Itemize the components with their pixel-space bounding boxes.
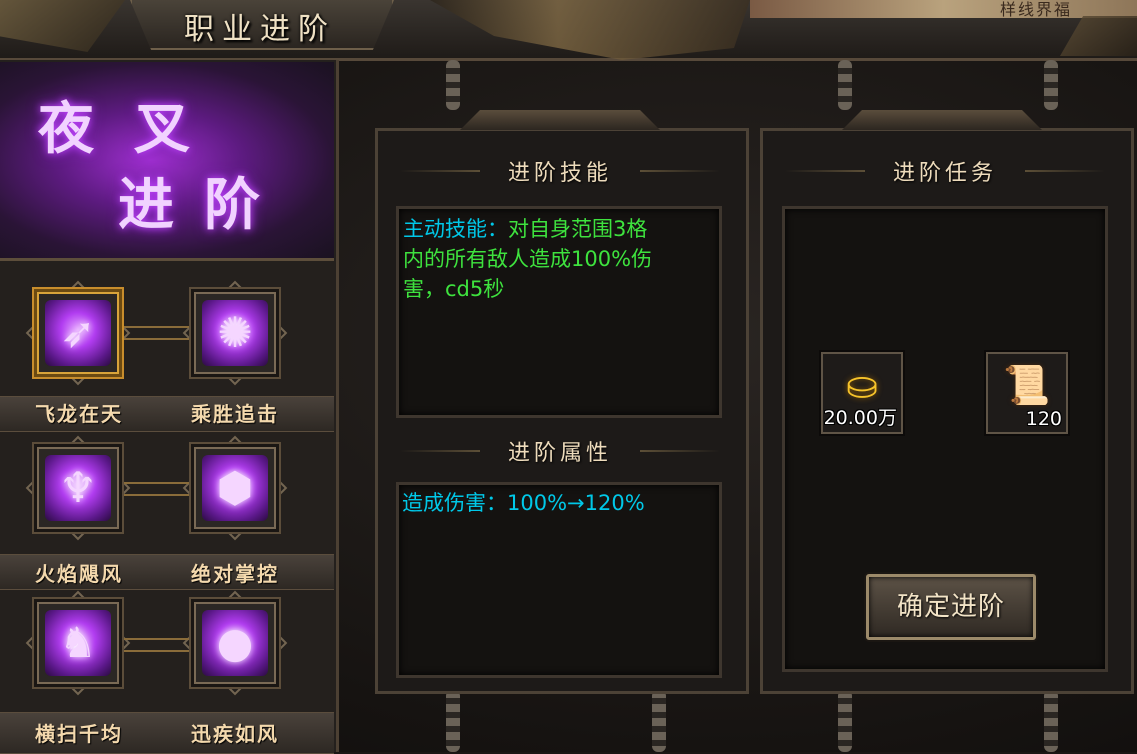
chain-decoration	[838, 690, 852, 752]
chain-decoration	[652, 690, 666, 752]
task-section-title: 进阶任务	[865, 155, 1025, 187]
skill-desc-line3: 害，cd5秒	[403, 277, 505, 301]
skill-label-hengsao: 横扫千均	[35, 722, 123, 746]
purple-emblem-icon: ⬢	[202, 455, 268, 521]
purple-orb-icon: ●	[202, 610, 268, 676]
skill-slot-xunji[interactable]: ●	[194, 602, 276, 684]
window-title: 职业进阶	[184, 12, 336, 47]
window-header: 职业进阶 样线界福	[0, 0, 1137, 61]
skill-slot-feilong[interactable]: ➶	[37, 292, 119, 374]
skill-connector	[118, 326, 196, 340]
panel-top-ornament	[842, 110, 1042, 130]
scroll-count: 120	[1025, 408, 1062, 430]
skill-label-huoyan: 火焰飓风	[35, 562, 123, 586]
skill-connector	[118, 638, 196, 652]
top-right-text: 样线界福	[1000, 0, 1073, 19]
attr-description: 造成伤害：100%→120%	[402, 491, 645, 515]
banner-line1: 夜叉	[38, 96, 230, 162]
skill-section-title: 进阶技能	[480, 155, 640, 187]
skill-connector	[118, 482, 196, 496]
skill-slot-huoyan[interactable]: ♆	[37, 447, 119, 529]
gold-amount: 20.00万	[823, 407, 897, 429]
skill-label-jueduizhangkong: 绝对掌控	[191, 562, 279, 586]
scroll-icon: 📜	[1003, 363, 1051, 407]
attr-section-title: 进阶属性	[480, 435, 640, 467]
banner-line2: 进阶	[118, 172, 290, 238]
purple-beast-icon: ♞	[45, 610, 111, 676]
advancement-window: 职业进阶 样线界福 夜叉 进阶 ➶ ✺ 飞龙在天 乘胜追击 ♆ ⬢ 火焰飓风 绝…	[0, 0, 1137, 754]
top-right-scene-strip	[750, 0, 1137, 18]
purple-vortex-icon: ✺	[202, 300, 268, 366]
skill-slot-jueduizhangkong[interactable]: ⬢	[194, 447, 276, 529]
chain-decoration	[446, 690, 460, 752]
panel-top-ornament	[460, 110, 660, 130]
dragon-ornament-left	[0, 0, 125, 52]
skill-slot-chengsheng[interactable]: ✺	[194, 292, 276, 374]
skill-label-feilong: 飞龙在天	[35, 402, 123, 426]
skill-type-label: 主动技能：	[403, 217, 508, 241]
chain-decoration	[1044, 690, 1058, 752]
skill-desc-line1: 对自身范围3格	[508, 217, 648, 241]
skill-desc-line2: 内的所有敌人造成100%伤	[403, 247, 653, 271]
header-ornament-right	[1060, 16, 1137, 56]
purple-wing-icon: ➶	[45, 300, 111, 366]
scroll-item-slot[interactable]: 📜 120	[986, 352, 1068, 434]
skill-label-xunji: 迅疾如风	[191, 722, 279, 746]
dragon-ornament-right	[430, 0, 750, 60]
skill-slot-hengsao[interactable]: ♞	[37, 602, 119, 684]
chain-decoration	[446, 60, 460, 110]
purple-demon-icon: ♆	[45, 455, 111, 521]
chain-decoration	[838, 60, 852, 110]
confirm-advance-button[interactable]: 确定进阶	[866, 574, 1036, 640]
skill-label-chengsheng: 乘胜追击	[191, 402, 279, 426]
gold-item-slot[interactable]: ⛀ 20.00万	[821, 352, 903, 434]
chain-decoration	[1044, 60, 1058, 110]
skill-description: 主动技能：对自身范围3格 内的所有敌人造成100%伤 害，cd5秒	[403, 214, 713, 304]
confirm-advance-label: 确定进阶	[896, 592, 1005, 622]
